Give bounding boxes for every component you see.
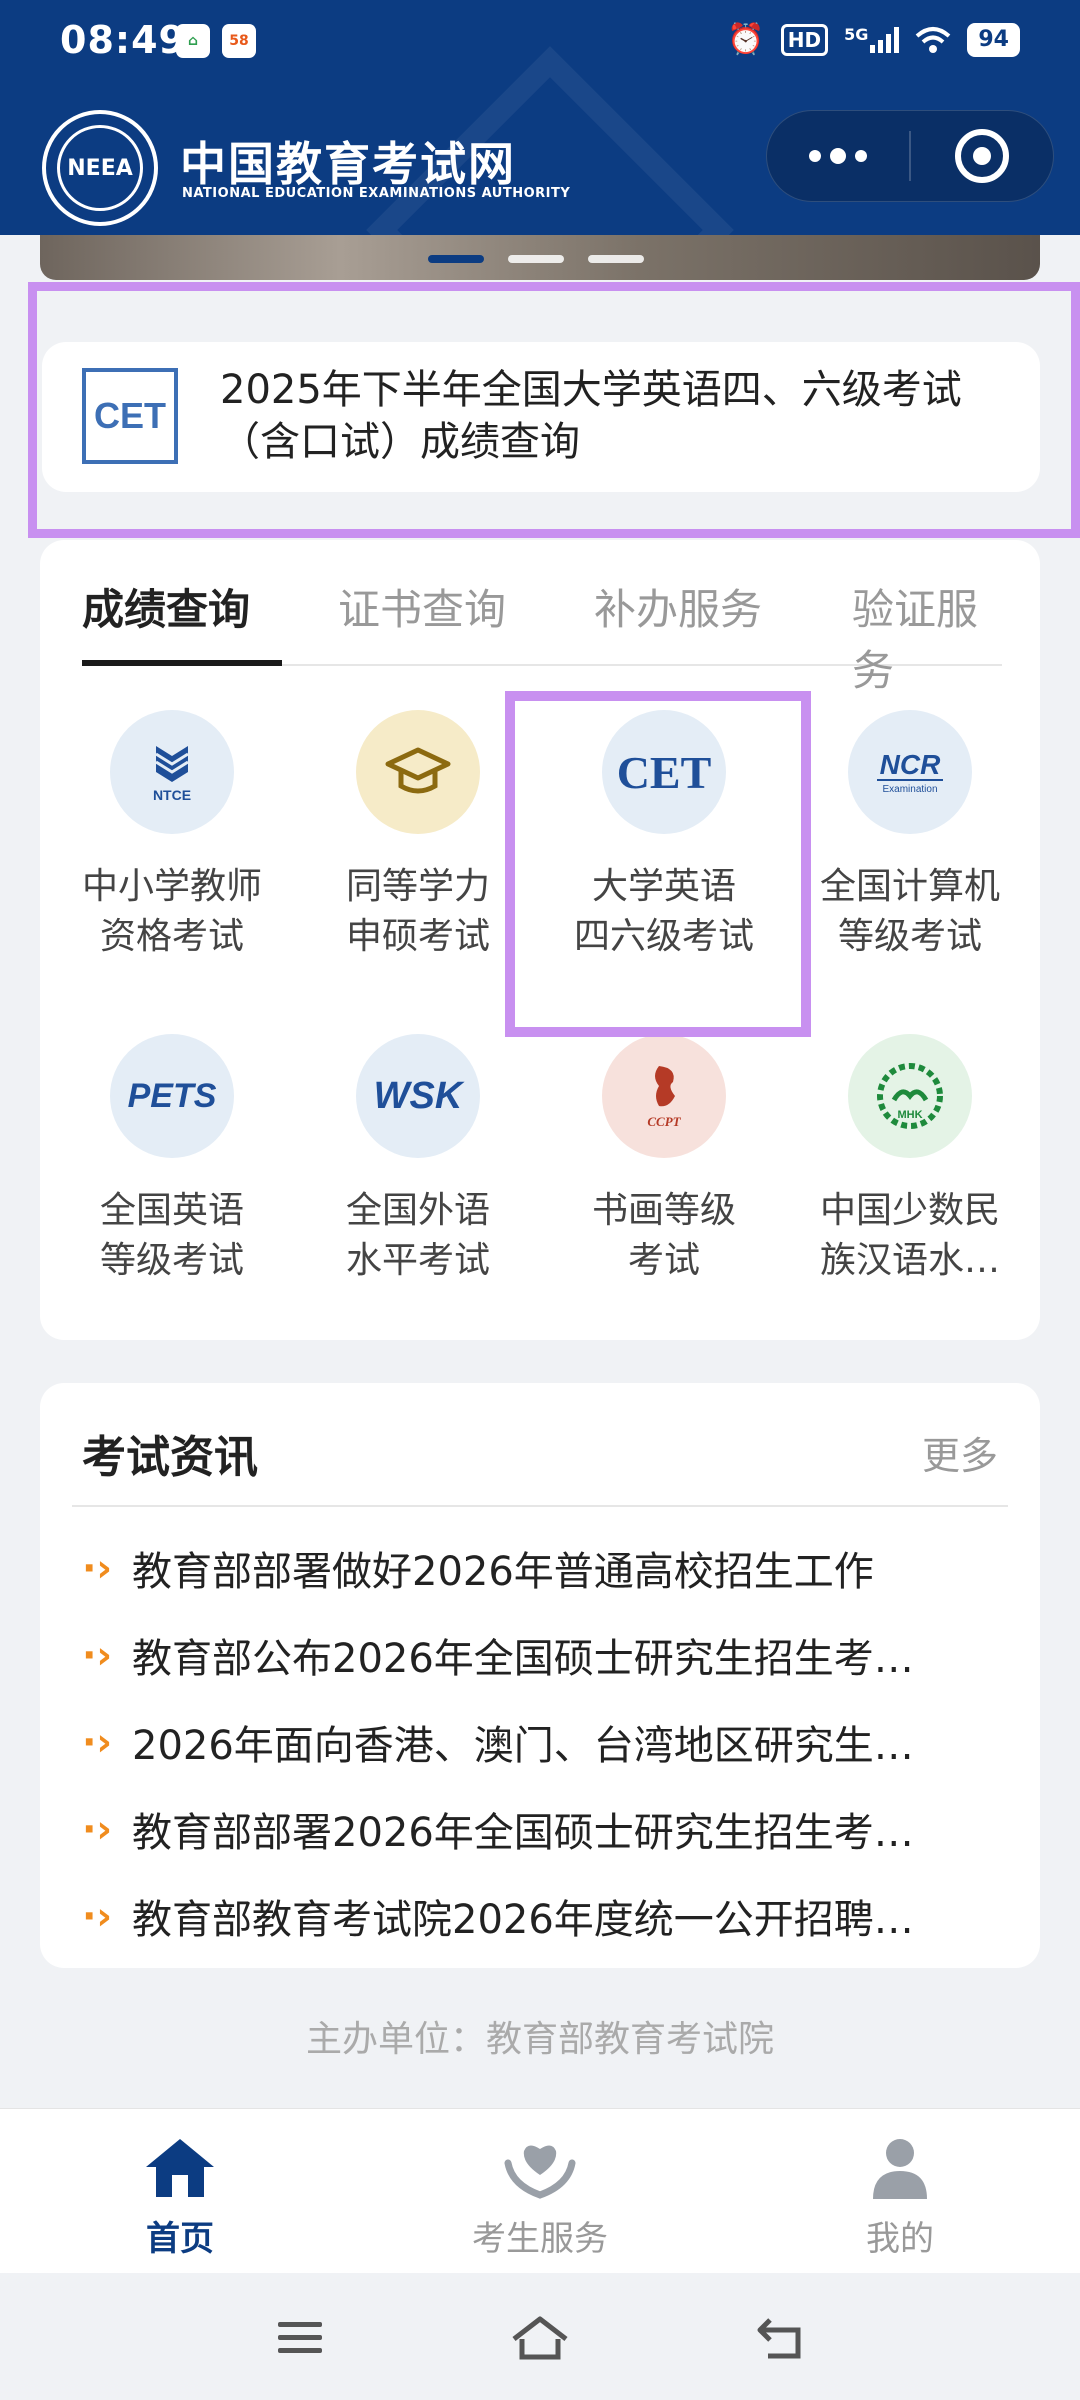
site-title: 中国教育考试网 [180, 137, 516, 191]
cet-badge-icon: CET [82, 368, 178, 464]
back-icon[interactable] [750, 2313, 810, 2363]
ncre-icon: NCR Examination [848, 710, 972, 834]
ccpt-icon: CCPT [602, 1034, 726, 1158]
banner-indicator [428, 255, 644, 263]
service-tabs: 成绩查询 证书查询 补办服务 验证服务 [82, 576, 1002, 695]
news-item[interactable]: ⋅› 2026年面向香港、澳门、台湾地区研究生… [82, 1707, 1002, 1777]
alarm-icon: ⏰ [727, 22, 765, 57]
arrow-right-icon: ⋅› [82, 1633, 113, 1677]
system-navigation-bar [0, 2273, 1080, 2400]
battery-icon: 94 [967, 22, 1020, 57]
notice-text: 2025年下半年全国大学英语四、六级考试（含口试）成绩查询 [220, 367, 962, 465]
menu-icon[interactable] [270, 2313, 330, 2363]
heart-hand-icon [440, 2135, 640, 2201]
cet-score-notice[interactable]: CET 2025年下半年全国大学英语四、六级考试（含口试）成绩查询 [42, 342, 1040, 492]
service-label: 中国少数民 族汉语水… [819, 1190, 1000, 1281]
miniprogram-capsule [766, 110, 1054, 202]
close-miniprogram-button[interactable] [911, 129, 1053, 183]
app-notification-icon: ⌂ [176, 24, 210, 58]
banner-dot [508, 255, 564, 263]
signal-5g-icon: 5G [844, 26, 900, 53]
58-app-icon: 58 [222, 24, 256, 58]
target-icon [955, 129, 1009, 183]
cet-highlight-outline [505, 691, 811, 1037]
arrow-right-icon: ⋅› [82, 1546, 113, 1590]
tabbar-candidate-service[interactable]: 考生服务 [440, 2135, 640, 2260]
service-mhk[interactable]: MHK 中国少数民 族汉语水… [790, 1034, 1030, 1286]
divider [72, 1505, 1008, 1507]
mhk-icon: MHK [848, 1034, 972, 1158]
bottom-tab-bar: 首页 考生服务 我的 [0, 2108, 1080, 2273]
tabbar-mine[interactable]: 我的 [800, 2135, 1000, 2260]
service-tongdeng[interactable]: 同等学力 申硕考试 [298, 710, 538, 962]
wsk-icon: WSK [356, 1034, 480, 1158]
news-item[interactable]: ⋅› 教育部部署做好2026年普通高校招生工作 [82, 1533, 1002, 1603]
arrow-right-icon: ⋅› [82, 1894, 113, 1938]
logo-text: NEEA [57, 125, 143, 211]
service-label: 全国外语 水平考试 [345, 1190, 490, 1281]
service-wsk[interactable]: WSK 全国外语 水平考试 [298, 1034, 538, 1286]
graduation-cap-icon [356, 710, 480, 834]
svg-text:NTCE: NTCE [153, 787, 191, 803]
tabbar-home[interactable]: 首页 [80, 2135, 280, 2260]
banner-dot-active [428, 255, 484, 263]
service-label: 同等学力 申硕考试 [345, 866, 490, 957]
svg-text:NCR: NCR [880, 749, 941, 780]
svg-text:MHK: MHK [897, 1109, 922, 1121]
service-label: 全国计算机 等级考试 [819, 866, 1000, 957]
service-ntce[interactable]: NTCE 中小学教师 资格考试 [52, 710, 292, 962]
tab-verification-service[interactable]: 验证服务 [852, 576, 1002, 698]
more-menu-button[interactable] [767, 148, 909, 164]
home-icon [80, 2135, 280, 2201]
host-organization: 主办单位：教育部教育考试院 [305, 2019, 774, 2060]
news-card: 考试资讯 更多 ⋅› 教育部部署做好2026年普通高校招生工作 ⋅› 教育部公布… [40, 1383, 1040, 1968]
user-icon [800, 2135, 1000, 2201]
service-ncre[interactable]: NCR Examination 全国计算机 等级考试 [790, 710, 1030, 962]
home-nav-icon[interactable] [510, 2313, 570, 2363]
site-subtitle: NATIONAL EDUCATION EXAMINATIONS AUTHORIT… [182, 186, 571, 201]
service-label: 全国英语 等级考试 [99, 1190, 244, 1281]
service-ccpt[interactable]: CCPT 书画等级 考试 [544, 1034, 784, 1286]
neea-logo: NEEA [42, 110, 158, 226]
arrow-right-icon: ⋅› [82, 1807, 113, 1851]
status-left-icons: ⌂ 58 [176, 24, 256, 58]
app-header: 08:49 ⌂ 58 ⏰ HD 5G 94 NEEA 中国教育考试网 NATIO… [0, 0, 1080, 235]
status-time: 08:49 [60, 18, 186, 62]
news-more-link[interactable]: 更多 [922, 1425, 998, 1480]
tab-reissue-service[interactable]: 补办服务 [594, 576, 762, 637]
service-pets[interactable]: PETS 全国英语 等级考试 [52, 1034, 292, 1286]
service-label: 中小学教师 资格考试 [81, 866, 262, 957]
svg-text:Examination: Examination [882, 784, 937, 795]
hd-icon: HD [780, 23, 829, 56]
pets-icon: PETS [110, 1034, 234, 1158]
news-section-title: 考试资讯 [82, 1432, 258, 1483]
news-item[interactable]: ⋅› 教育部教育考试院2026年度统一公开招聘… [82, 1881, 1002, 1951]
news-item[interactable]: ⋅› 教育部公布2026年全国硕士研究生招生考… [82, 1620, 1002, 1690]
tab-score-query[interactable]: 成绩查询 [82, 576, 250, 637]
active-tab-underline [82, 660, 282, 666]
banner-dot [588, 255, 644, 263]
service-label: 书画等级 考试 [591, 1190, 736, 1281]
tab-certificate-query[interactable]: 证书查询 [338, 576, 506, 637]
status-right-icons: ⏰ HD 5G 94 [727, 22, 1020, 57]
wifi-icon [916, 26, 951, 53]
arrow-right-icon: ⋅› [82, 1720, 113, 1764]
news-item[interactable]: ⋅› 教育部部署2026年全国硕士研究生招生考… [82, 1794, 1002, 1864]
ntce-icon: NTCE [110, 710, 234, 834]
svg-text:CCPT: CCPT [647, 1114, 681, 1129]
